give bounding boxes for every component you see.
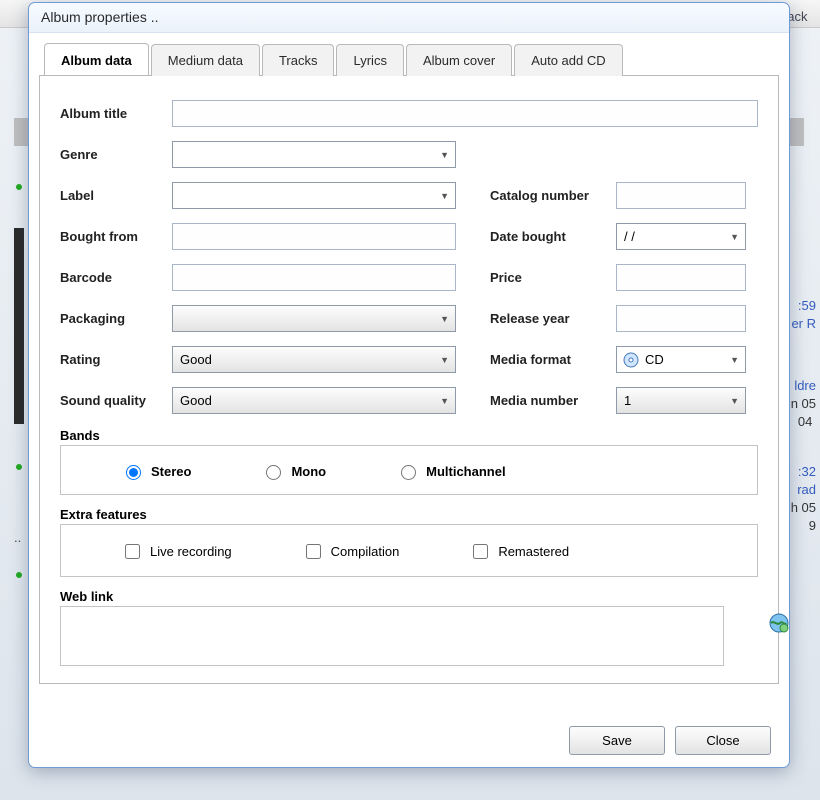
label-genre: Genre — [60, 147, 172, 162]
bg-frag: ldre — [794, 378, 816, 393]
input-web-link[interactable] — [60, 606, 724, 666]
label-barcode: Barcode — [60, 270, 172, 285]
label-rating: Rating — [60, 352, 172, 367]
select-label[interactable] — [172, 182, 456, 209]
globe-icon[interactable] — [768, 612, 790, 637]
bg-frag: er R — [791, 316, 816, 331]
select-packaging[interactable] — [172, 305, 456, 332]
label-media-format: Media format — [490, 352, 616, 367]
save-button[interactable]: Save — [569, 726, 665, 755]
bg-frag: h 05 — [791, 500, 816, 515]
status-dot — [16, 464, 22, 470]
check-live-recording[interactable]: Live recording — [121, 541, 232, 562]
group-bands: Stereo Mono Multichannel — [60, 445, 758, 495]
input-bought-from[interactable] — [172, 223, 456, 250]
group-extra-features: Live recording Compilation Remastered — [60, 524, 758, 577]
bg-album-thumb — [14, 228, 24, 424]
label-web-link: Web link — [60, 589, 758, 604]
tab-tracks[interactable]: Tracks — [262, 44, 335, 76]
label-date-bought: Date bought — [490, 229, 616, 244]
bg-frag: rad — [797, 482, 816, 497]
select-rating[interactable]: Good — [172, 346, 456, 373]
bg-frag: 9 — [809, 518, 816, 533]
album-properties-dialog: Album properties .. Album data Medium da… — [28, 2, 790, 768]
status-dot — [16, 184, 22, 190]
tab-pane-album-data: Album title Genre Label Catalog number B… — [39, 76, 779, 684]
input-barcode[interactable] — [172, 264, 456, 291]
status-dot — [16, 572, 22, 578]
label-catalog-number: Catalog number — [490, 188, 616, 203]
dialog-title: Album properties .. — [29, 3, 789, 33]
tab-lyrics[interactable]: Lyrics — [336, 44, 403, 76]
label-label: Label — [60, 188, 172, 203]
label-packaging: Packaging — [60, 311, 172, 326]
tab-medium-data[interactable]: Medium data — [151, 44, 260, 76]
input-album-title[interactable] — [172, 100, 758, 127]
close-button[interactable]: Close — [675, 726, 771, 755]
input-catalog-number[interactable] — [616, 182, 746, 209]
tab-album-cover[interactable]: Album cover — [406, 44, 512, 76]
bg-frag: 04 — [794, 414, 816, 429]
cd-icon — [623, 352, 639, 368]
check-compilation[interactable]: Compilation — [302, 541, 400, 562]
radio-stereo[interactable]: Stereo — [121, 462, 191, 480]
select-media-format[interactable]: CD — [616, 346, 746, 373]
input-date-bought[interactable]: / / — [616, 223, 746, 250]
label-album-title: Album title — [60, 106, 172, 121]
label-media-number: Media number — [490, 393, 616, 408]
label-release-year: Release year — [490, 311, 616, 326]
input-price[interactable] — [616, 264, 746, 291]
input-release-year[interactable] — [616, 305, 746, 332]
label-bought-from: Bought from — [60, 229, 172, 244]
label-sound-quality: Sound quality — [60, 393, 172, 408]
bg-frag: n 05 — [791, 396, 816, 411]
select-genre[interactable] — [172, 141, 456, 168]
check-remastered[interactable]: Remastered — [469, 541, 569, 562]
bg-dots-text: .. — [14, 530, 21, 545]
radio-multichannel[interactable]: Multichannel — [396, 462, 505, 480]
select-media-number[interactable]: 1 — [616, 387, 746, 414]
radio-mono[interactable]: Mono — [261, 462, 326, 480]
tab-auto-add-cd[interactable]: Auto add CD — [514, 44, 622, 76]
select-sound-quality[interactable]: Good — [172, 387, 456, 414]
label-bands: Bands — [60, 428, 758, 443]
tab-album-data[interactable]: Album data — [44, 43, 149, 75]
label-extra-features: Extra features — [60, 507, 758, 522]
tabstrip: Album data Medium data Tracks Lyrics Alb… — [39, 43, 779, 76]
label-price: Price — [490, 270, 616, 285]
bg-frag: :32 — [798, 464, 816, 479]
bg-frag: :59 — [798, 298, 816, 313]
